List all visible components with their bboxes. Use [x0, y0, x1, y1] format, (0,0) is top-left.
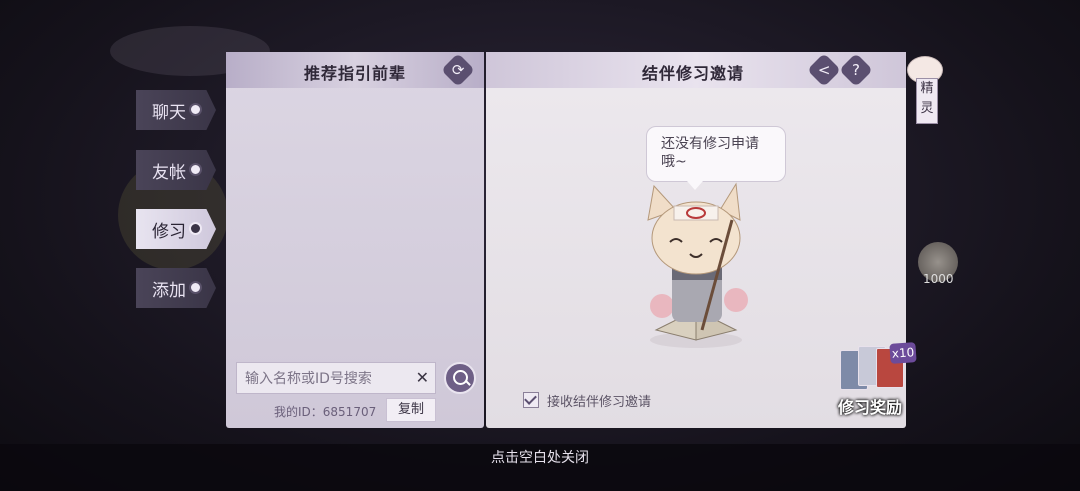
search-button[interactable]: [444, 362, 476, 394]
search-icon-handle: [465, 380, 471, 386]
tab-label: 聊天: [152, 102, 186, 123]
clear-icon[interactable]: ✕: [416, 368, 429, 387]
search-field[interactable]: ✕: [236, 362, 436, 395]
share-icon: <: [817, 60, 831, 79]
cat-mascot-illustration: [647, 182, 748, 348]
copy-id-button[interactable]: 复制: [386, 398, 436, 422]
search-input[interactable]: [237, 363, 407, 395]
background-coin-value: 1000: [923, 272, 954, 286]
help-icon: ?: [852, 61, 860, 79]
tab-practice[interactable]: 修习: [136, 209, 216, 249]
reward-count-badge: x10: [889, 342, 917, 364]
tab-friends[interactable]: 友帐: [136, 150, 216, 190]
tab-add[interactable]: 添加: [136, 268, 216, 308]
tab-label: 修习: [152, 221, 186, 242]
reward-label: 修习奖励: [838, 398, 903, 417]
close-hint[interactable]: 点击空白处关闭: [0, 444, 1080, 472]
panel-title: 结伴修习邀请: [642, 64, 745, 83]
panel-title: 推荐指引前辈: [304, 64, 407, 83]
accept-invite-label[interactable]: 接收结伴修习邀请: [547, 391, 651, 410]
tab-label: 友帐: [152, 162, 186, 183]
tab-dot-icon: [189, 222, 202, 235]
accept-invite-checkbox[interactable]: [523, 392, 539, 408]
tab-chat[interactable]: 聊天: [136, 90, 216, 130]
tab-dot-icon: [189, 163, 202, 176]
empty-message-bubble: 还没有修习申请哦~: [646, 126, 786, 190]
tab-dot-icon: [189, 103, 202, 116]
my-id-label: 我的ID：6851707: [274, 405, 377, 419]
refresh-icon: ⟳: [451, 60, 465, 79]
tab-label: 添加: [152, 280, 186, 301]
tab-dot-icon: [189, 281, 202, 294]
sprite-button[interactable]: 精灵: [916, 78, 938, 124]
